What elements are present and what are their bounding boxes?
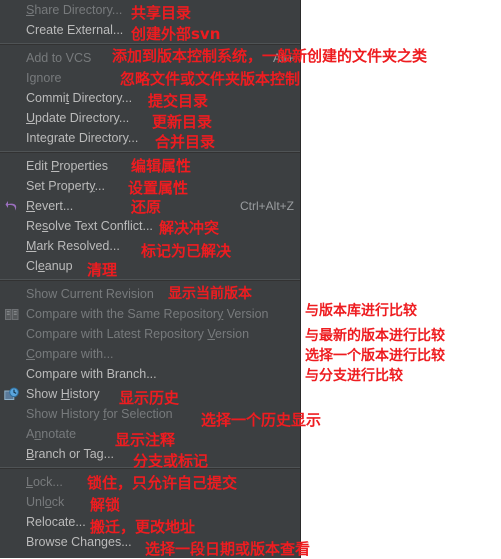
menu-item-label: Browse Changes... <box>26 535 132 549</box>
menu-group: Show Current Revision Compare with the Sa… <box>0 284 300 464</box>
menu-item-label: Share Directory... <box>26 3 123 17</box>
menu-item-compare-with-latest-repository-version: Compare with Latest Repository Version <box>0 324 300 344</box>
menu-item-label: Resolve Text Conflict... <box>26 219 153 233</box>
compare-icon <box>4 307 20 322</box>
menu-item-add-to-vcs: Add to VCS Alt+ <box>0 48 300 68</box>
menu-item-annotate: Annotate <box>0 424 300 444</box>
menu-group: Edit Properties Set Property... Revert... C… <box>0 156 300 276</box>
menu-item-label: Set Property... <box>26 179 105 193</box>
menu-item-label: Compare with the Same Repository Version <box>26 307 269 321</box>
menu-item-label: Show History for Selection <box>26 407 173 421</box>
menu-item-label: Integrate Directory... <box>26 131 139 145</box>
menu-item-label: Show Current Revision <box>26 287 154 301</box>
annotation-text: 与最新的版本进行比较 <box>305 328 445 344</box>
menu-item-browse-changes[interactable]: Browse Changes... <box>0 532 300 552</box>
menu-item-label: Revert... <box>26 199 74 213</box>
menu-separator <box>0 279 300 281</box>
menu-item-label: Show History <box>26 387 100 401</box>
menu-item-label: Commit Directory... <box>26 91 133 105</box>
history-icon <box>4 387 20 402</box>
menu-item-cleanup[interactable]: Cleanup <box>0 256 300 276</box>
menu-item-update-directory[interactable]: Update Directory... <box>0 108 300 128</box>
menu-item-ignore: Ignore <box>0 68 300 88</box>
menu-item-lock: Lock... <box>0 472 300 492</box>
menu-item-label: Update Directory... <box>26 111 130 125</box>
menu-item-label: Create External... <box>26 23 124 37</box>
menu-item-compare-with: Compare with... <box>0 344 300 364</box>
menu-item-integrate-directory[interactable]: Integrate Directory... <box>0 128 300 148</box>
menu-item-relocate[interactable]: Relocate... <box>0 512 300 532</box>
menu-group: Lock... Unlock Relocate... Browse Changes..… <box>0 472 300 552</box>
menu-item-label: Edit Properties <box>26 159 108 173</box>
menu-group: Share Directory... Create External... <box>0 0 300 40</box>
revert-icon <box>4 199 20 214</box>
menu-item-label: Compare with... <box>26 347 114 361</box>
menu-item-label: Add to VCS <box>26 51 92 65</box>
menu-item-label: Branch or Tag... <box>26 447 115 461</box>
menu-item-show-history[interactable]: Show History <box>0 384 300 404</box>
menu-item-show-history-for-selection: Show History for Selection <box>0 404 300 424</box>
annotation-text: 选择一个版本进行比较 <box>305 348 445 364</box>
menu-item-branch-or-tag[interactable]: Branch or Tag... <box>0 444 300 464</box>
menu-separator <box>0 467 300 469</box>
menu-item-edit-properties[interactable]: Edit Properties <box>0 156 300 176</box>
menu-item-commit-directory[interactable]: Commit Directory... <box>0 88 300 108</box>
menu-item-revert[interactable]: Revert... Ctrl+Alt+Z <box>0 196 300 216</box>
menu-item-resolve-text-conflict[interactable]: Resolve Text Conflict... <box>0 216 300 236</box>
svn-context-menu[interactable]: Share Directory... Create External... Add … <box>0 0 301 558</box>
menu-item-compare-with-branch[interactable]: Compare with Branch... <box>0 364 300 384</box>
menu-item-show-current-revision: Show Current Revision <box>0 284 300 304</box>
menu-item-label: Compare with Latest Repository Version <box>26 327 250 341</box>
menu-item-mark-resolved[interactable]: Mark Resolved... <box>0 236 300 256</box>
menu-separator <box>0 43 300 45</box>
menu-item-shortcut: Ctrl+Alt+Z <box>239 199 294 213</box>
menu-item-set-property[interactable]: Set Property... <box>0 176 300 196</box>
menu-item-label: Cleanup <box>26 259 73 273</box>
annotation-text: 与版本库进行比较 <box>305 303 417 319</box>
menu-item-compare-with-the-same-repository-version: Compare with the Same Repository Version <box>0 304 300 324</box>
menu-item-shortcut: Alt+ <box>272 51 294 65</box>
menu-item-label: Relocate... <box>26 515 86 529</box>
menu-item-unlock: Unlock <box>0 492 300 512</box>
annotation-text: 与分支进行比较 <box>305 368 403 384</box>
menu-item-label: Unlock <box>26 495 65 509</box>
menu-item-label: Mark Resolved... <box>26 239 120 253</box>
menu-item-label: Compare with Branch... <box>26 367 157 381</box>
menu-item-label: Lock... <box>26 475 63 489</box>
menu-separator <box>0 151 300 153</box>
menu-item-label: Annotate <box>26 427 77 441</box>
menu-item-create-external[interactable]: Create External... <box>0 20 300 40</box>
menu-group: Add to VCS Alt+ Ignore Commit Directory... U… <box>0 48 300 148</box>
menu-item-share-directory: Share Directory... <box>0 0 300 20</box>
menu-item-label: Ignore <box>26 71 62 85</box>
